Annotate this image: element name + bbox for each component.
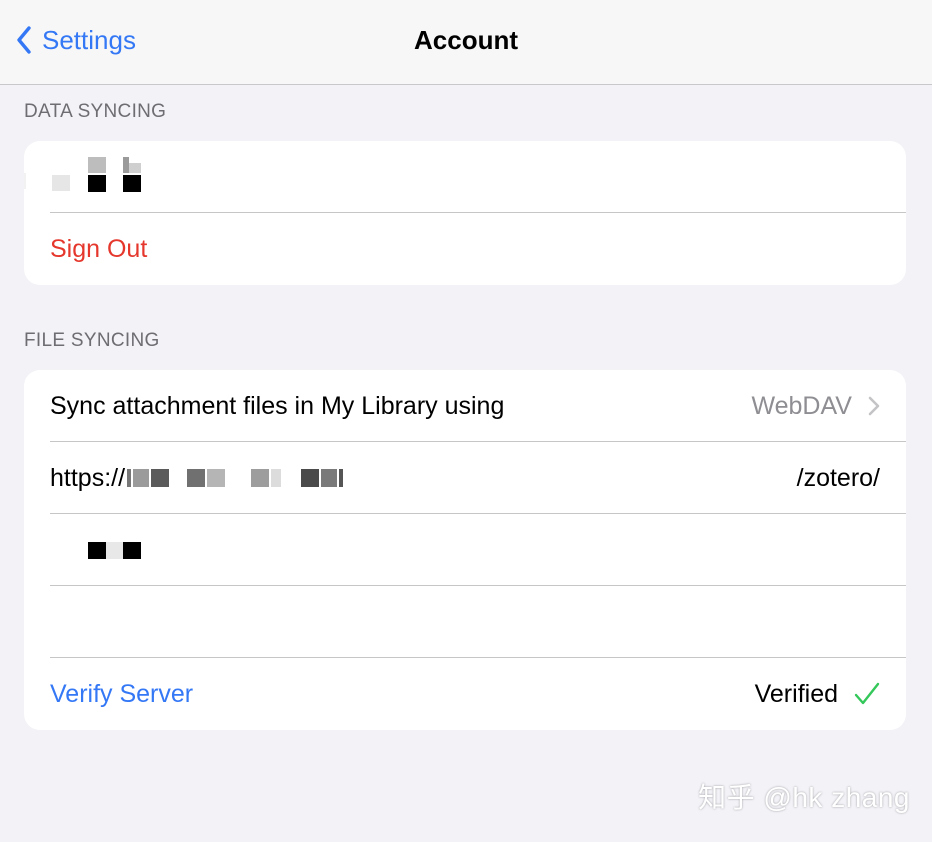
data-syncing-header: DATA SYNCING (24, 101, 167, 122)
url-prefix: https:// (50, 463, 126, 492)
url-suffix: /zotero/ (796, 463, 880, 492)
watermark: 知乎 @hk zhang (698, 782, 910, 813)
sign-out-button[interactable]: Sign Out (50, 235, 147, 264)
webdav-url-row[interactable]: https:// /zotero/ (24, 442, 906, 514)
verified-status: Verified (754, 679, 838, 708)
redacted-username (24, 141, 224, 213)
redacted-url (127, 467, 345, 489)
file-syncing-group: Sync attachment files in My Library usin… (24, 370, 906, 730)
sync-method-label: Sync attachment files in My Library usin… (50, 391, 505, 420)
verify-server-button[interactable]: Verify Server (50, 680, 193, 709)
checkmark-icon (854, 682, 880, 705)
redacted-username-field (24, 514, 224, 586)
chevron-right-icon (868, 396, 880, 416)
sign-out-row[interactable]: Sign Out (24, 213, 906, 285)
file-syncing-header: FILE SYNCING (24, 330, 160, 351)
sync-method-row[interactable]: Sync attachment files in My Library usin… (24, 370, 906, 442)
password-field-row[interactable] (24, 586, 906, 658)
navigation-bar: Settings Account (0, 0, 932, 85)
account-username-row (24, 141, 906, 213)
verify-server-row[interactable]: Verify Server Verified (24, 658, 906, 730)
data-syncing-group: Sign Out (24, 141, 906, 285)
sync-method-value: WebDAV (751, 391, 852, 420)
page-title: Account (414, 25, 518, 55)
username-field-row[interactable] (24, 514, 906, 586)
